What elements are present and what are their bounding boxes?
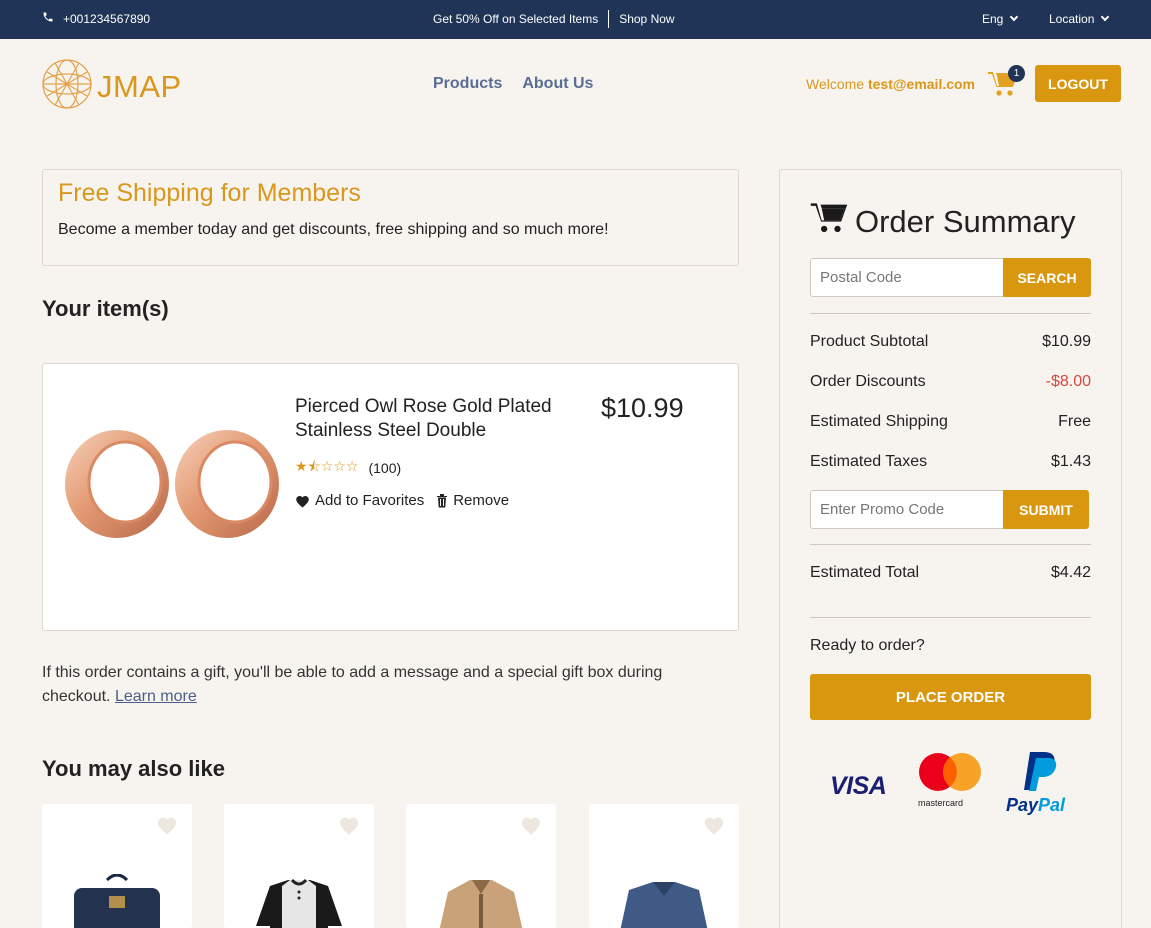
subtotal-value: $10.99: [1042, 333, 1091, 350]
location-label: Location: [1049, 12, 1095, 26]
free-shipping-text: Become a member today and get discounts,…: [58, 221, 609, 238]
postal-code-input[interactable]: [810, 258, 1003, 297]
sweater-image: [617, 874, 711, 928]
mastercard-label: mastercard: [918, 798, 964, 808]
logo[interactable]: JMAP: [41, 58, 182, 115]
learn-more-link[interactable]: Learn more: [115, 688, 197, 705]
recommended-product-card[interactable]: [224, 804, 374, 928]
location-selector[interactable]: Location: [1049, 12, 1110, 26]
order-summary-panel: Order Summary SEARCH Product Subtotal $1…: [779, 169, 1122, 928]
summary-row-subtotal: Product Subtotal $10.99: [810, 333, 1091, 351]
item-actions: Add to Favorites Remove: [295, 492, 509, 509]
cart-icon: [988, 72, 1018, 102]
heart-icon: [295, 494, 310, 508]
recommended-product-card[interactable]: [589, 804, 739, 928]
favorite-heart-icon[interactable]: [338, 815, 360, 840]
welcome-message: Welcome test@email.com: [806, 76, 975, 92]
divider: [810, 313, 1091, 314]
total-value: $4.42: [1050, 564, 1091, 581]
language-label: Eng: [982, 12, 1004, 26]
chevron-down-icon: [1010, 12, 1019, 22]
payment-methods: VISA mastercard PayPal: [830, 750, 1080, 820]
you-may-also-like-heading: You may also like: [42, 756, 226, 781]
paypal-pay: Pay: [1006, 795, 1039, 815]
user-email: test@email.com: [867, 76, 976, 92]
star-rating-icon: ★⯪☆☆☆: [295, 458, 359, 474]
nav-products[interactable]: Products: [433, 75, 502, 93]
product-price: $10.99: [601, 393, 684, 423]
backpack-image: [70, 873, 164, 928]
cart-button[interactable]: 1: [988, 65, 1025, 102]
remove-button[interactable]: Remove: [436, 492, 509, 509]
summary-row-total: Estimated Total $4.42: [810, 564, 1091, 582]
promo-divider: [608, 10, 610, 28]
remove-label: Remove: [453, 492, 510, 509]
mastercard-logo-icon: [917, 750, 983, 799]
search-button[interactable]: SEARCH: [1003, 258, 1091, 297]
product-name[interactable]: Pierced Owl Rose Gold Plated Stainless S…: [295, 395, 585, 443]
order-summary-title: Order Summary: [810, 201, 1075, 243]
add-to-favorites-button[interactable]: Add to Favorites: [295, 492, 424, 509]
cart-item-card: Pierced Owl Rose Gold Plated Stainless S…: [42, 363, 739, 631]
paypal-wordmark: PayPal: [1006, 795, 1065, 816]
subtotal-label: Product Subtotal: [810, 333, 929, 350]
favorite-heart-icon[interactable]: [156, 815, 178, 840]
henley-shirt-image: [252, 874, 346, 928]
globe-logo-icon: [41, 58, 93, 115]
recommended-product-card[interactable]: [406, 804, 556, 928]
paypal-pal: Pal: [1038, 795, 1066, 815]
trash-icon: [436, 493, 448, 508]
promo-code-form: SUBMIT: [810, 490, 1089, 529]
order-summary-heading: Order Summary: [855, 204, 1076, 239]
cart-icon: [810, 201, 848, 243]
gift-note: If this order contains a gift, you'll be…: [42, 661, 732, 709]
free-shipping-title: Free Shipping for Members: [58, 179, 361, 207]
nav-about-us[interactable]: About Us: [522, 75, 593, 93]
taxes-label: Estimated Taxes: [810, 453, 928, 470]
taxes-value: $1.43: [1050, 453, 1091, 470]
shop-now-link[interactable]: Shop Now: [619, 12, 674, 26]
paypal-logo-icon: [1022, 750, 1060, 799]
product-image[interactable]: [59, 426, 281, 556]
discounts-value: -$8.00: [1045, 373, 1091, 390]
phone-number: +001234567890: [63, 11, 151, 26]
ready-to-order-text: Ready to order?: [810, 637, 925, 654]
welcome-prefix: Welcome: [806, 76, 865, 92]
phone-icon: [42, 11, 54, 26]
review-count: (100): [368, 460, 402, 476]
product-rating: ★⯪☆☆☆ (100): [295, 456, 401, 480]
logout-button[interactable]: LOGOUT: [1035, 65, 1121, 102]
favorite-heart-icon[interactable]: [520, 815, 542, 840]
discounts-label: Order Discounts: [810, 373, 926, 390]
main-nav: Products About Us: [433, 75, 593, 93]
summary-row-shipping: Estimated Shipping Free: [810, 413, 1091, 431]
cart-count-badge: 1: [1008, 65, 1025, 82]
divider: [810, 544, 1091, 545]
chevron-down-icon: [1101, 12, 1110, 22]
postal-code-form: SEARCH: [810, 258, 1091, 297]
recommended-product-card[interactable]: [42, 804, 192, 928]
summary-row-discounts: Order Discounts -$8.00: [810, 373, 1091, 391]
brand-name: JMAP: [97, 68, 182, 104]
jacket-image: [434, 874, 528, 928]
add-to-favorites-label: Add to Favorites: [315, 492, 425, 509]
promo-code-input[interactable]: [810, 490, 1003, 529]
shipping-value: Free: [1058, 413, 1091, 430]
place-order-button[interactable]: PLACE ORDER: [810, 674, 1091, 720]
visa-logo-icon: VISA: [830, 772, 887, 800]
divider: [810, 617, 1091, 618]
promo-banner: Get 50% Off on Selected Items Shop Now: [433, 9, 675, 29]
free-shipping-banner: Free Shipping for Members Become a membe…: [42, 169, 739, 266]
shipping-label: Estimated Shipping: [810, 413, 948, 430]
total-label: Estimated Total: [810, 564, 920, 581]
phone-contact[interactable]: +001234567890: [42, 11, 150, 26]
favorite-heart-icon[interactable]: [703, 815, 725, 840]
your-items-heading: Your item(s): [42, 296, 169, 321]
language-selector[interactable]: Eng: [982, 12, 1019, 26]
top-bar: +001234567890 Get 50% Off on Selected It…: [0, 0, 1151, 39]
submit-promo-button[interactable]: SUBMIT: [1003, 490, 1089, 529]
summary-row-taxes: Estimated Taxes $1.43: [810, 453, 1091, 471]
promo-text: Get 50% Off on Selected Items: [433, 12, 599, 26]
